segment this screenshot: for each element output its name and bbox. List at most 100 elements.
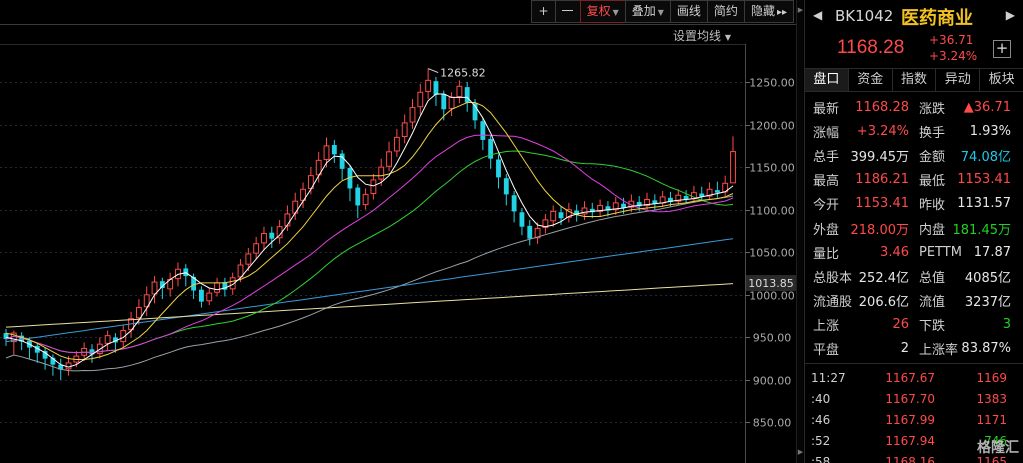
candle-body <box>151 281 158 295</box>
chevron-right-icon[interactable]: ▶ <box>797 6 804 14</box>
quote-value: 2 <box>900 341 909 357</box>
quote-value: 1153.41 <box>957 172 1011 188</box>
candle-body <box>269 232 275 239</box>
candle-body <box>199 289 204 302</box>
candle-body <box>65 362 72 370</box>
candle-body <box>135 307 142 319</box>
quote-value: 17.87 <box>973 244 1011 260</box>
quote-row: 最新 1168.28 涨跌 ▲36.71 <box>805 95 1023 119</box>
tick-row: :46 1167.99 1171 <box>805 409 1023 430</box>
tick-volume: 1383 <box>976 391 1007 406</box>
quote-value: 3 <box>1002 317 1011 333</box>
quote-label: 上涨 <box>813 319 840 335</box>
y-tick-label: 1000.00 <box>749 290 795 303</box>
quote-label: 最新 <box>813 101 840 117</box>
candle-body <box>730 151 736 184</box>
quote-value: 3.46 <box>880 244 909 260</box>
tick-price: 1167.70 <box>885 391 935 406</box>
quote-label: 下跌 <box>919 319 946 335</box>
candle-body <box>401 122 408 138</box>
ma30-line <box>5 150 734 354</box>
tick-time: :46 <box>811 412 831 427</box>
kline-chart[interactable]: 1250.00 1200.00 1150.00 1100.00 1050.00 1000.… <box>0 0 796 463</box>
chevron-down-icon: ▼ <box>612 8 619 17</box>
tick-row: 11:27 1167.67 1169 <box>805 367 1023 388</box>
quote-row: 量比 3.46 PETTM 17.87 <box>805 240 1023 264</box>
tick-price: 1167.67 <box>885 370 935 385</box>
candle-body <box>331 145 337 155</box>
tick-volume: 1171 <box>976 412 1007 427</box>
quote-value: 26 <box>892 317 909 333</box>
tick-price: 1167.94 <box>885 433 935 448</box>
zoom-in-button[interactable]: + <box>531 0 556 23</box>
quote-value: 83.87% <box>961 341 1011 357</box>
kline-chart-area[interactable]: 1250.00 1200.00 1150.00 1100.00 1050.00 1000.… <box>0 0 803 463</box>
tick-volume: 1169 <box>976 370 1007 385</box>
last-price: 1168.28 <box>837 37 905 58</box>
tab-pankou[interactable]: 盘口 <box>805 69 849 91</box>
tab-sector[interactable]: 板块 <box>980 69 1023 91</box>
y-tick-label: 1250.00 <box>749 77 795 90</box>
tick-price: 1168.16 <box>885 454 935 463</box>
ma-settings-button[interactable]: 设置均线 ▼ <box>673 27 731 44</box>
quote-label: 平盘 <box>813 343 840 359</box>
candle-body <box>261 233 267 244</box>
quote-row: 总股本 252.4亿 总值 4085亿 <box>805 264 1023 288</box>
candle-body <box>253 243 260 254</box>
quote-value: 1.93% <box>969 123 1011 139</box>
candle-body <box>558 212 564 219</box>
candle-body <box>245 253 252 265</box>
candle-body <box>323 145 330 160</box>
quote-label: 最低 <box>919 174 946 190</box>
panel-splitter[interactable]: ▶ ▶ <box>796 0 803 463</box>
ma-settings-label: 设置均线 <box>673 29 722 43</box>
quote-value: 1186.21 <box>855 172 909 188</box>
quote-label: 昨收 <box>919 198 946 214</box>
tab-movement[interactable]: 异动 <box>936 69 981 91</box>
prev-stock-icon[interactable]: ◀ <box>813 8 822 22</box>
overlay-button[interactable]: 叠加 ▼ <box>624 0 671 23</box>
simple-mode-button[interactable]: 简约 <box>706 0 745 23</box>
quote-value: ▲36.71 <box>963 99 1011 115</box>
quote-value: 218.00万 <box>850 222 910 238</box>
candle-body <box>550 210 557 222</box>
quote-label: 上涨率 <box>919 343 959 359</box>
hide-button[interactable]: 隐藏 ▸▸ <box>743 0 794 23</box>
candle-body <box>714 190 720 193</box>
chevron-down-icon: ▼ <box>657 8 664 17</box>
candle-body <box>503 178 509 195</box>
tab-funds[interactable]: 资金 <box>849 69 893 91</box>
draw-line-button[interactable]: 画线 <box>669 0 708 23</box>
candle-body <box>659 196 666 204</box>
zoom-out-button[interactable]: 一 <box>554 0 581 23</box>
chevron-down-icon: ▼ <box>724 33 731 42</box>
tick-time: :40 <box>811 391 831 406</box>
quote-row: 总手 399.45万 金额 74.08亿 <box>805 143 1023 167</box>
tick-time: :58 <box>811 454 831 463</box>
tab-index[interactable]: 指数 <box>893 69 937 91</box>
candle-body <box>378 166 385 180</box>
change-percent: +3.24% <box>929 49 978 63</box>
quote-table: 最新 1168.28 涨跌 ▲36.71 涨幅 +3.24% 换手 1.93% 总手 399.45… <box>805 92 1023 364</box>
quote-label: 换手 <box>919 125 946 141</box>
candle-body <box>480 121 486 140</box>
fuquan-label: 复权 <box>586 4 611 18</box>
quote-value: 252.4亿 <box>858 270 909 286</box>
add-watchlist-button[interactable]: + <box>993 40 1011 58</box>
quote-label: 总值 <box>919 270 946 286</box>
candle-body <box>393 136 400 152</box>
quote-row: 今开 1153.41 昨收 1131.57 <box>805 192 1023 216</box>
fuquan-button[interactable]: 复权 ▼ <box>579 0 626 23</box>
quote-value: 399.45万 <box>850 149 910 165</box>
quote-row: 上涨 26 下跌 3 <box>805 313 1023 337</box>
chevron-right-icon[interactable]: ▶ <box>797 448 804 456</box>
stock-name: 医药商业 <box>901 8 973 29</box>
y-tick-label: 1100.00 <box>749 205 795 218</box>
quote-label: 量比 <box>813 246 840 262</box>
next-stock-icon[interactable]: ▶ <box>1006 8 1015 22</box>
quote-value: 1153.41 <box>855 196 909 212</box>
quote-label: 外盘 <box>813 222 840 238</box>
y-tick-label: 1050.00 <box>749 247 795 260</box>
quote-value: 181.45万 <box>952 222 1012 238</box>
candle-body <box>511 195 517 212</box>
